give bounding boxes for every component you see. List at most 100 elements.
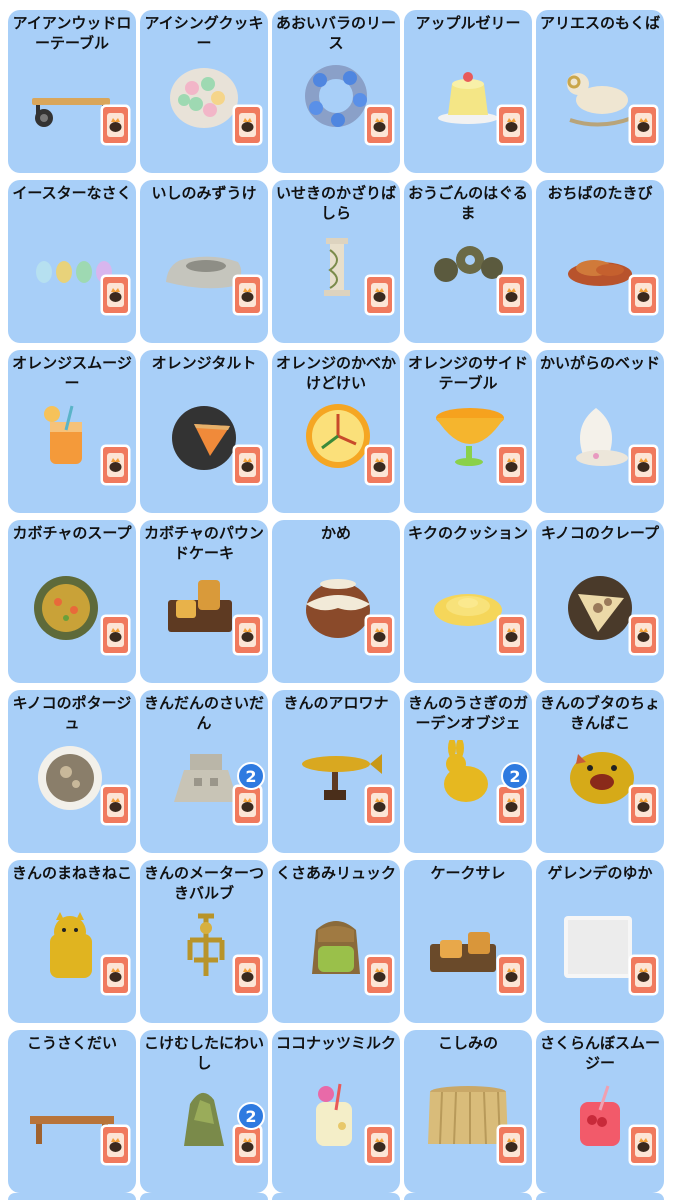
item-card[interactable]: アイシングクッキー: [140, 10, 268, 173]
item-card[interactable]: キノコのポタージュ: [8, 690, 136, 853]
recipe-card-icon: [232, 784, 263, 826]
item-card[interactable]: きんのうさぎのガーデンオブジェ 2: [404, 690, 532, 853]
item-card[interactable]: ココナッツミルク: [272, 1030, 400, 1193]
item-name: おちばのたきび: [547, 184, 653, 202]
item-name: さくらんぼスムージー: [539, 1034, 660, 1072]
count-badge: 2: [237, 1102, 265, 1130]
recipe-card-icon: [496, 444, 527, 486]
item-name: こけむしたにわいし: [143, 1034, 264, 1072]
item-name: きんのまねきねこ: [11, 864, 132, 882]
item-card[interactable]: いせきのかざりばしら: [272, 180, 400, 343]
item-name: イースターなさく: [12, 184, 132, 202]
recipe-card-icon: [496, 104, 527, 146]
item-name: こしみの: [437, 1034, 498, 1052]
item-name: いしのみずうけ: [151, 184, 257, 202]
item-card[interactable]: きんのメーターつきバルブ: [140, 860, 268, 1023]
item-name: いせきのかざりばしら: [275, 184, 396, 222]
item-card[interactable]: きんだんのさいだん 2: [140, 690, 268, 853]
item-name: きんだんのさいだん: [143, 694, 264, 732]
recipe-card-icon: [628, 1124, 659, 1166]
item-card[interactable]: おうごんのはぐるま: [404, 180, 532, 343]
item-name: オレンジのサイドテーブル: [407, 354, 528, 392]
count-badge: 2: [501, 762, 529, 790]
item-card[interactable]: カボチャのパウンドケーキ: [140, 520, 268, 683]
recipe-card-icon: [496, 954, 527, 996]
item-name: カボチャのパウンドケーキ: [144, 524, 264, 562]
item-name: くさあみリュック: [275, 864, 396, 882]
item-card[interactable]: かめ: [272, 520, 400, 683]
item-name: きんのメーターつきバルブ: [143, 864, 264, 902]
item-name: カボチャのスープ: [12, 524, 132, 542]
recipe-card-icon: [100, 784, 131, 826]
recipe-card-icon: [628, 274, 659, 316]
item-name: オレンジタルト: [151, 354, 257, 372]
item-name: アリエスのもくば: [539, 14, 660, 32]
item-card[interactable]: キクのクッション: [404, 520, 532, 683]
item-name: こうさくだい: [26, 1034, 117, 1052]
recipe-card-icon: [496, 614, 527, 656]
item-card[interactable]: こしみの: [404, 1030, 532, 1193]
next-row-partial: [8, 1193, 670, 1200]
recipe-card-icon: [364, 1124, 395, 1166]
recipe-card-icon: [364, 954, 395, 996]
item-card[interactable]: ケークサレ: [404, 860, 532, 1023]
recipe-card-icon: [100, 614, 131, 656]
item-card-partial[interactable]: [536, 1193, 664, 1200]
recipe-card-icon: [232, 954, 263, 996]
item-name: あおいバラのリース: [275, 14, 396, 52]
item-name: オレンジのかべかけどけい: [275, 354, 396, 392]
recipe-card-icon: [496, 1124, 527, 1166]
recipe-card-icon: [100, 444, 131, 486]
item-card[interactable]: アップルゼリー: [404, 10, 532, 173]
recipe-card-icon: [628, 104, 659, 146]
item-name: かめ: [320, 524, 351, 542]
item-card-partial[interactable]: [404, 1193, 532, 1200]
item-card[interactable]: オレンジのサイドテーブル: [404, 350, 532, 513]
item-card[interactable]: こけむしたにわいし 2: [140, 1030, 268, 1193]
item-card[interactable]: キノコのクレープ: [536, 520, 664, 683]
item-card[interactable]: イースターなさく: [8, 180, 136, 343]
item-card[interactable]: オレンジタルト: [140, 350, 268, 513]
recipe-card-icon: [232, 104, 263, 146]
recipe-card-icon: [628, 954, 659, 996]
recipe-card-icon: [364, 274, 395, 316]
item-name: ケークサレ: [430, 864, 506, 882]
item-card[interactable]: さくらんぼスムージー: [536, 1030, 664, 1193]
item-card[interactable]: アリエスのもくば: [536, 10, 664, 173]
item-card[interactable]: くさあみリュック: [272, 860, 400, 1023]
item-card[interactable]: いしのみずうけ: [140, 180, 268, 343]
item-card[interactable]: ゲレンデのゆか: [536, 860, 664, 1023]
item-card[interactable]: きんのアロワナ: [272, 690, 400, 853]
item-card[interactable]: かいがらのベッド: [536, 350, 664, 513]
recipe-card-icon: [628, 444, 659, 486]
recipe-card-icon: [100, 954, 131, 996]
item-card[interactable]: アイアンウッドローテーブル: [8, 10, 136, 173]
item-card-partial[interactable]: [140, 1193, 268, 1200]
item-name: きんのうさぎのガーデンオブジェ: [407, 694, 528, 732]
item-card-partial[interactable]: [272, 1193, 400, 1200]
recipe-card-icon: [100, 1124, 131, 1166]
recipe-card-icon: [232, 444, 263, 486]
item-name: キノコのポタージュ: [12, 694, 132, 732]
item-name: キノコのクレープ: [540, 524, 660, 542]
item-card[interactable]: きんのまねきねこ: [8, 860, 136, 1023]
item-card[interactable]: こうさくだい: [8, 1030, 136, 1193]
item-card-partial[interactable]: [8, 1193, 136, 1200]
recipe-grid: アイアンウッドローテーブル アイシングクッキー あおいバラのリース アップルゼリ…: [8, 10, 670, 1193]
item-name: キクのクッション: [407, 524, 528, 542]
item-card[interactable]: あおいバラのリース: [272, 10, 400, 173]
recipe-card-icon: [496, 784, 527, 826]
item-card[interactable]: オレンジスムージー: [8, 350, 136, 513]
recipe-card-icon: [232, 1124, 263, 1166]
item-name: きんのブタのちょきんばこ: [539, 694, 660, 732]
recipe-card-icon: [364, 614, 395, 656]
item-card[interactable]: きんのブタのちょきんばこ: [536, 690, 664, 853]
item-name: きんのアロワナ: [283, 694, 389, 712]
recipe-card-icon: [628, 784, 659, 826]
item-card[interactable]: カボチャのスープ: [8, 520, 136, 683]
item-name: ゲレンデのゆか: [547, 864, 653, 882]
item-card[interactable]: おちばのたきび: [536, 180, 664, 343]
item-name: かいがらのベッド: [539, 354, 660, 372]
item-card[interactable]: オレンジのかべかけどけい: [272, 350, 400, 513]
recipe-card-icon: [496, 274, 527, 316]
